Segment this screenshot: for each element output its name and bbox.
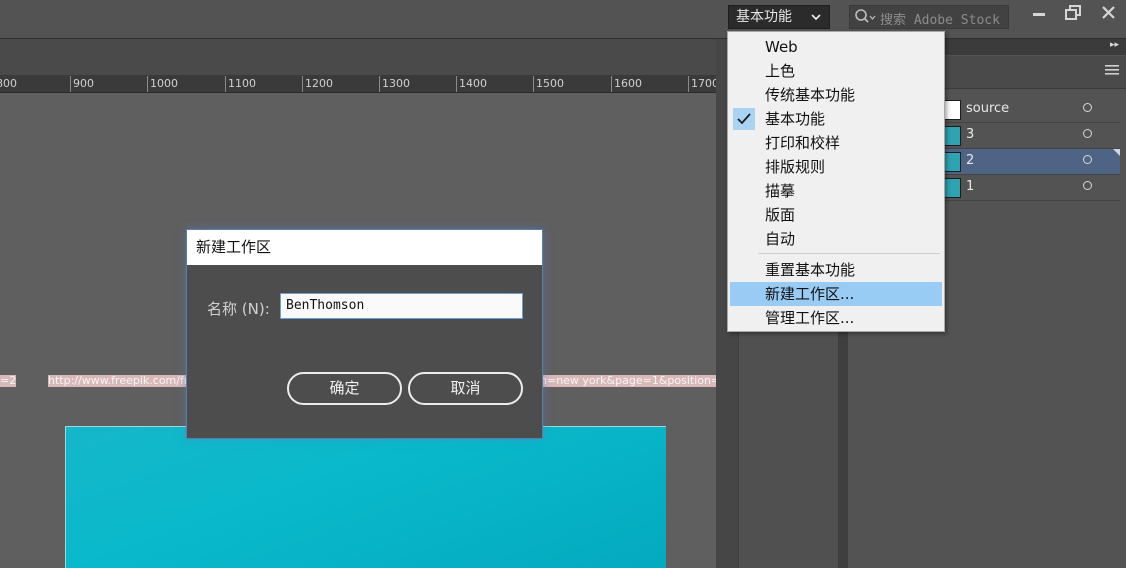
name-field-label: 名称 (N): [207,300,270,318]
layer-name[interactable]: source [966,101,1009,116]
menu-separator [758,253,940,254]
selection-indicator [1113,149,1120,156]
ruler-tick [70,76,71,92]
collapse-panels-icon[interactable]: ▸▸ [1110,40,1119,50]
ruler-tick [456,76,457,92]
cancel-button[interactable]: 取消 [408,372,523,405]
placed-url-fragment: =24 [0,375,16,387]
minimize-button[interactable] [1022,2,1056,24]
ruler-tick [379,76,380,92]
workspace-menu-item-label: Web [765,38,798,56]
workspace-menu-item-label: 管理工作区... [765,309,855,327]
layer-target-icon[interactable] [1083,103,1092,112]
horizontal-ruler[interactable]: 800 900 1000 1100 1200 1300 1400 1500 1600 1700 [0,76,716,93]
workspace-menu-item[interactable]: 传统基本功能 [730,83,942,107]
placed-url-text: http://www.freepik.com/fr [48,375,188,387]
layer-name[interactable]: 1 [966,179,974,194]
workspace-menu-item[interactable]: 管理工作区... [730,306,942,330]
ruler-tick [225,76,226,92]
close-window-button[interactable] [1092,2,1126,24]
document-tab-bar [0,39,716,76]
ruler-tick-label: 900 [73,77,94,90]
layer-thumbnail [943,100,961,120]
workspace-menu-item[interactable]: 重置基本功能 [730,258,942,282]
workspace-menu-item-label: 传统基本功能 [765,86,856,104]
new-workspace-dialog: 新建工作区 名称 (N): BenThomson 确定 取消 [186,229,543,439]
ruler-tick-label: 1300 [382,77,410,90]
workspace-menu-item-label: 自动 [765,230,796,248]
panel-menu-icon[interactable] [1105,64,1119,76]
ruler-tick [302,76,303,92]
workspace-menu-item-label: 排版规则 [765,158,826,176]
layer-thumbnail [943,152,961,172]
stock-search-input[interactable]: 搜索 Adobe Stock [849,5,1009,29]
ruler-tick-label: 1200 [305,77,333,90]
layer-target-icon[interactable] [1083,181,1092,190]
workspace-menu-item[interactable]: 新建工作区... [730,282,942,306]
workspace-menu-item[interactable]: 描摹 [730,179,942,203]
workspace-menu: Web 上色传统基本功能 基本功能打印和校样排版规则描摹版面自动重置基本功能 新建工作… [727,31,945,332]
ruler-tick [611,76,612,92]
workspace-menu-item[interactable]: Web [730,35,942,59]
ruler-tick [688,76,689,92]
layer-target-icon[interactable] [1083,129,1092,138]
ruler-tick-label: 1000 [150,77,178,90]
workspace-menu-item-label: 描摹 [765,182,796,200]
restore-icon [1065,5,1081,20]
search-placeholder: 搜索 Adobe Stock [880,13,1000,28]
layer-thumbnail [943,178,961,198]
layer-target-icon[interactable] [1083,155,1092,164]
workspace-menu-item-label: 打印和校样 [765,134,841,152]
ruler-tick-label: 800 [0,77,17,90]
placed-url-text-right: n=new york&page=1&position=2 [540,375,716,387]
workspace-menu-item[interactable]: 自动 [730,227,942,251]
workspace-switcher-label: 基本功能 [736,9,792,25]
workspace-menu-item-label: 版面 [765,206,796,224]
workspace-menu-item-label: 重置基本功能 [765,261,856,279]
layer-name[interactable]: 2 [966,153,974,168]
workspace-menu-item[interactable]: 排版规则 [730,155,942,179]
workspace-switcher-button[interactable]: 基本功能 [728,5,830,29]
workspace-menu-item-label: 新建工作区... [765,285,855,303]
ruler-tick [147,76,148,92]
workspace-menu-item-label: 上色 [765,62,796,80]
checkmark-icon [733,108,755,130]
workspace-menu-item[interactable]: 版面 [730,203,942,227]
layer-thumbnail [943,126,961,146]
dialog-title: 新建工作区 [187,230,542,265]
workspace-menu-item[interactable]: 上色 [730,59,942,83]
restore-button[interactable] [1057,2,1091,24]
workspace-menu-item[interactable]: 打印和校样 [730,131,942,155]
ruler-tick-label: 1500 [536,77,564,90]
layer-name[interactable]: 3 [966,127,974,142]
close-icon [1102,6,1115,19]
ruler-tick-label: 1400 [459,77,487,90]
workspace-menu-item[interactable]: 基本功能 [730,107,942,131]
ruler-tick-label: 1600 [614,77,642,90]
ruler-tick-label: 1100 [228,77,256,90]
minimize-icon [1033,13,1045,16]
artboard-image[interactable] [65,426,666,568]
ruler-tick [533,76,534,92]
workspace-name-input[interactable]: BenThomson [280,293,523,319]
ruler-tick-label: 1700 [691,77,716,90]
workspace-menu-item-label: 基本功能 [765,110,826,128]
search-icon [854,8,876,26]
ok-button[interactable]: 确定 [287,372,402,405]
